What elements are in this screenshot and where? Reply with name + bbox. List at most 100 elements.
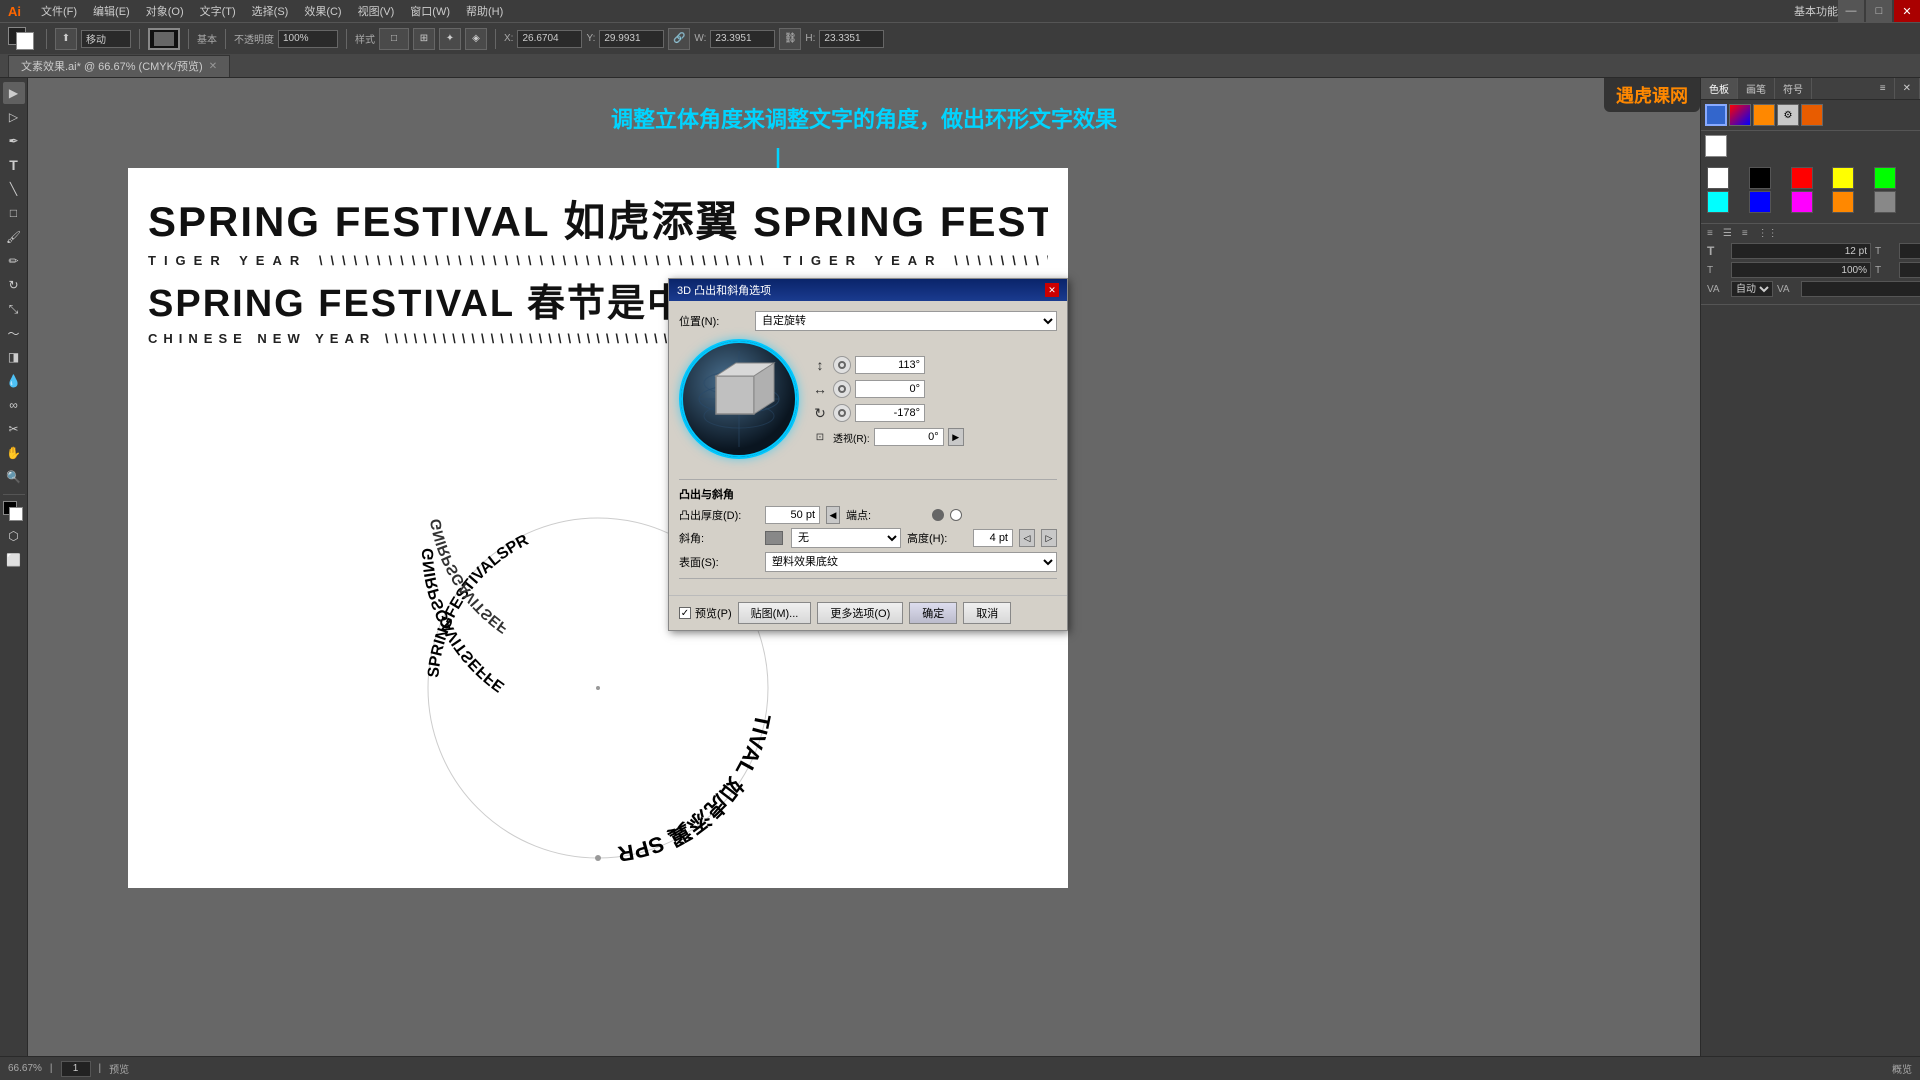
depth-input[interactable] [765, 506, 820, 524]
gradient-tool[interactable]: ◨ [3, 346, 25, 368]
angle2-circle[interactable] [833, 380, 851, 398]
leading-input[interactable] [1731, 262, 1871, 278]
white-swatch[interactable] [1705, 135, 1727, 157]
eyedropper-tool[interactable]: 💧 [3, 370, 25, 392]
minimize-btn[interactable]: — [1838, 0, 1864, 22]
hand-tool[interactable]: ✋ [3, 442, 25, 464]
move-input[interactable] [81, 30, 131, 48]
scissors-tool[interactable]: ✂ [3, 418, 25, 440]
cancel-button[interactable]: 取消 [963, 602, 1011, 624]
constrain-icon[interactable]: ⛓ [779, 28, 801, 50]
warp-tool[interactable]: 〜 [3, 322, 25, 344]
fill-stroke-mini[interactable] [3, 501, 25, 523]
page-input[interactable] [61, 1061, 91, 1077]
link-icon[interactable]: 🔗 [668, 28, 690, 50]
panel-menu-icon[interactable]: ≡ [1872, 78, 1895, 99]
menu-help[interactable]: 帮助(H) [466, 3, 503, 19]
shape-tool[interactable]: □ [3, 202, 25, 224]
w-input[interactable]: 23.3951 [710, 30, 775, 48]
fill-stroke-widget[interactable] [8, 27, 38, 51]
pen-tool[interactable]: ✒ [3, 130, 25, 152]
menu-text[interactable]: 文字(T) [200, 3, 236, 19]
kern-select[interactable]: 自动 [1731, 281, 1773, 297]
swatch-gray[interactable] [1874, 191, 1896, 213]
menu-effect[interactable]: 效果(C) [304, 3, 341, 19]
swatch-magenta[interactable] [1791, 191, 1813, 213]
justify-icon[interactable]: ⋮⋮ [1758, 228, 1778, 239]
menu-view[interactable]: 视图(V) [358, 3, 395, 19]
preview-checkbox[interactable]: ✓ [679, 607, 691, 619]
menu-object[interactable]: 对象(O) [146, 3, 184, 19]
maximize-btn[interactable]: □ [1866, 0, 1892, 22]
angle1-input[interactable] [855, 356, 925, 374]
transform-icon[interactable]: ✦ [439, 28, 461, 50]
swatch-green[interactable] [1874, 167, 1896, 189]
color-mode-btn-3[interactable] [1753, 104, 1775, 126]
tab-close-icon[interactable]: ✕ [209, 61, 217, 72]
panel-close-icon[interactable]: ✕ [1895, 78, 1920, 99]
line-tool[interactable]: ╲ [3, 178, 25, 200]
perspective-input[interactable] [874, 428, 944, 446]
dialog-close-icon[interactable]: ✕ [1045, 283, 1059, 297]
surface-select[interactable]: 塑料效果底纹 [765, 552, 1057, 572]
position-select[interactable]: 自定旋转 [755, 311, 1057, 331]
height-toggle-1[interactable]: ◁ [1019, 529, 1035, 547]
swatch-white[interactable] [1707, 167, 1729, 189]
swatch-cyan[interactable] [1707, 191, 1729, 213]
more-options-button[interactable]: 更多选项(O) [817, 602, 903, 624]
align-right-icon[interactable]: ≡ [1742, 228, 1748, 239]
tab-swatches[interactable]: 色板 [1701, 78, 1738, 99]
symbol-tool[interactable]: ⬡ [3, 525, 25, 547]
style-box[interactable]: □ [379, 28, 409, 50]
color-mode-btn-1[interactable] [1705, 104, 1727, 126]
track-input[interactable] [1801, 281, 1920, 297]
y-input[interactable]: 29.9931 [599, 30, 664, 48]
align-left-icon[interactable]: ≡ [1707, 228, 1713, 239]
document-tab[interactable]: 文素效果.ai* @ 66.67% (CMYK/预览) ✕ [8, 55, 230, 77]
perspective-expand[interactable]: ▶ [948, 428, 964, 446]
endpoint-radio-2[interactable] [950, 509, 962, 521]
angle2-input[interactable] [855, 380, 925, 398]
align-center-icon[interactable]: ☰ [1723, 228, 1732, 239]
swatch-red[interactable] [1791, 167, 1813, 189]
opacity-input[interactable] [278, 30, 338, 48]
angle1-circle[interactable] [833, 356, 851, 374]
swatch-blue[interactable] [1749, 191, 1771, 213]
artboard-tool[interactable]: ⬜ [3, 549, 25, 571]
angle3-circle[interactable] [833, 404, 851, 422]
selection-tool[interactable]: ▶ [3, 82, 25, 104]
menu-window[interactable]: 窗口(W) [410, 3, 450, 19]
ok-button[interactable]: 确定 [909, 602, 957, 624]
pathfinder-icon[interactable]: ◈ [465, 28, 487, 50]
type-tool[interactable]: T [3, 154, 25, 176]
swatch-black[interactable] [1749, 167, 1771, 189]
pencil-tool[interactable]: ✏ [3, 250, 25, 272]
align-icon[interactable]: ⊞ [413, 28, 435, 50]
menu-select[interactable]: 选择(S) [252, 3, 289, 19]
zoom-tool[interactable]: 🔍 [3, 466, 25, 488]
x-input[interactable]: 26.6704 [517, 30, 582, 48]
color-mode-btn-5[interactable] [1801, 104, 1823, 126]
bevel-select[interactable]: 无 [791, 528, 901, 548]
height-toggle-2[interactable]: ▷ [1041, 529, 1057, 547]
height-input[interactable] [973, 529, 1013, 547]
angle3-input[interactable] [855, 404, 925, 422]
map-button[interactable]: 贴图(M)... [738, 602, 812, 624]
scale-input[interactable] [1899, 262, 1920, 278]
swatch-orange[interactable] [1832, 191, 1854, 213]
depth-decrease[interactable]: ◀ [826, 506, 840, 524]
direct-select-tool[interactable]: ▷ [3, 106, 25, 128]
close-btn[interactable]: ✕ [1894, 0, 1920, 22]
endpoint-radio-1[interactable] [932, 509, 944, 521]
preview-checkbox-label[interactable]: ✓ 预览(P) [679, 605, 732, 621]
rotation-widget[interactable] [679, 339, 799, 459]
tab-brushes[interactable]: 画笔 [1738, 78, 1775, 99]
scale-tool[interactable]: ⤡ [3, 298, 25, 320]
paintbrush-tool[interactable]: 🖌 [3, 226, 25, 248]
swatch-yellow[interactable] [1832, 167, 1854, 189]
color-mode-btn-2[interactable] [1729, 104, 1751, 126]
color-mode-btn-4[interactable]: ⚙ [1777, 104, 1799, 126]
tracking-input[interactable] [1899, 243, 1920, 259]
blend-tool[interactable]: ∞ [3, 394, 25, 416]
menu-file[interactable]: 文件(F) [41, 3, 77, 19]
